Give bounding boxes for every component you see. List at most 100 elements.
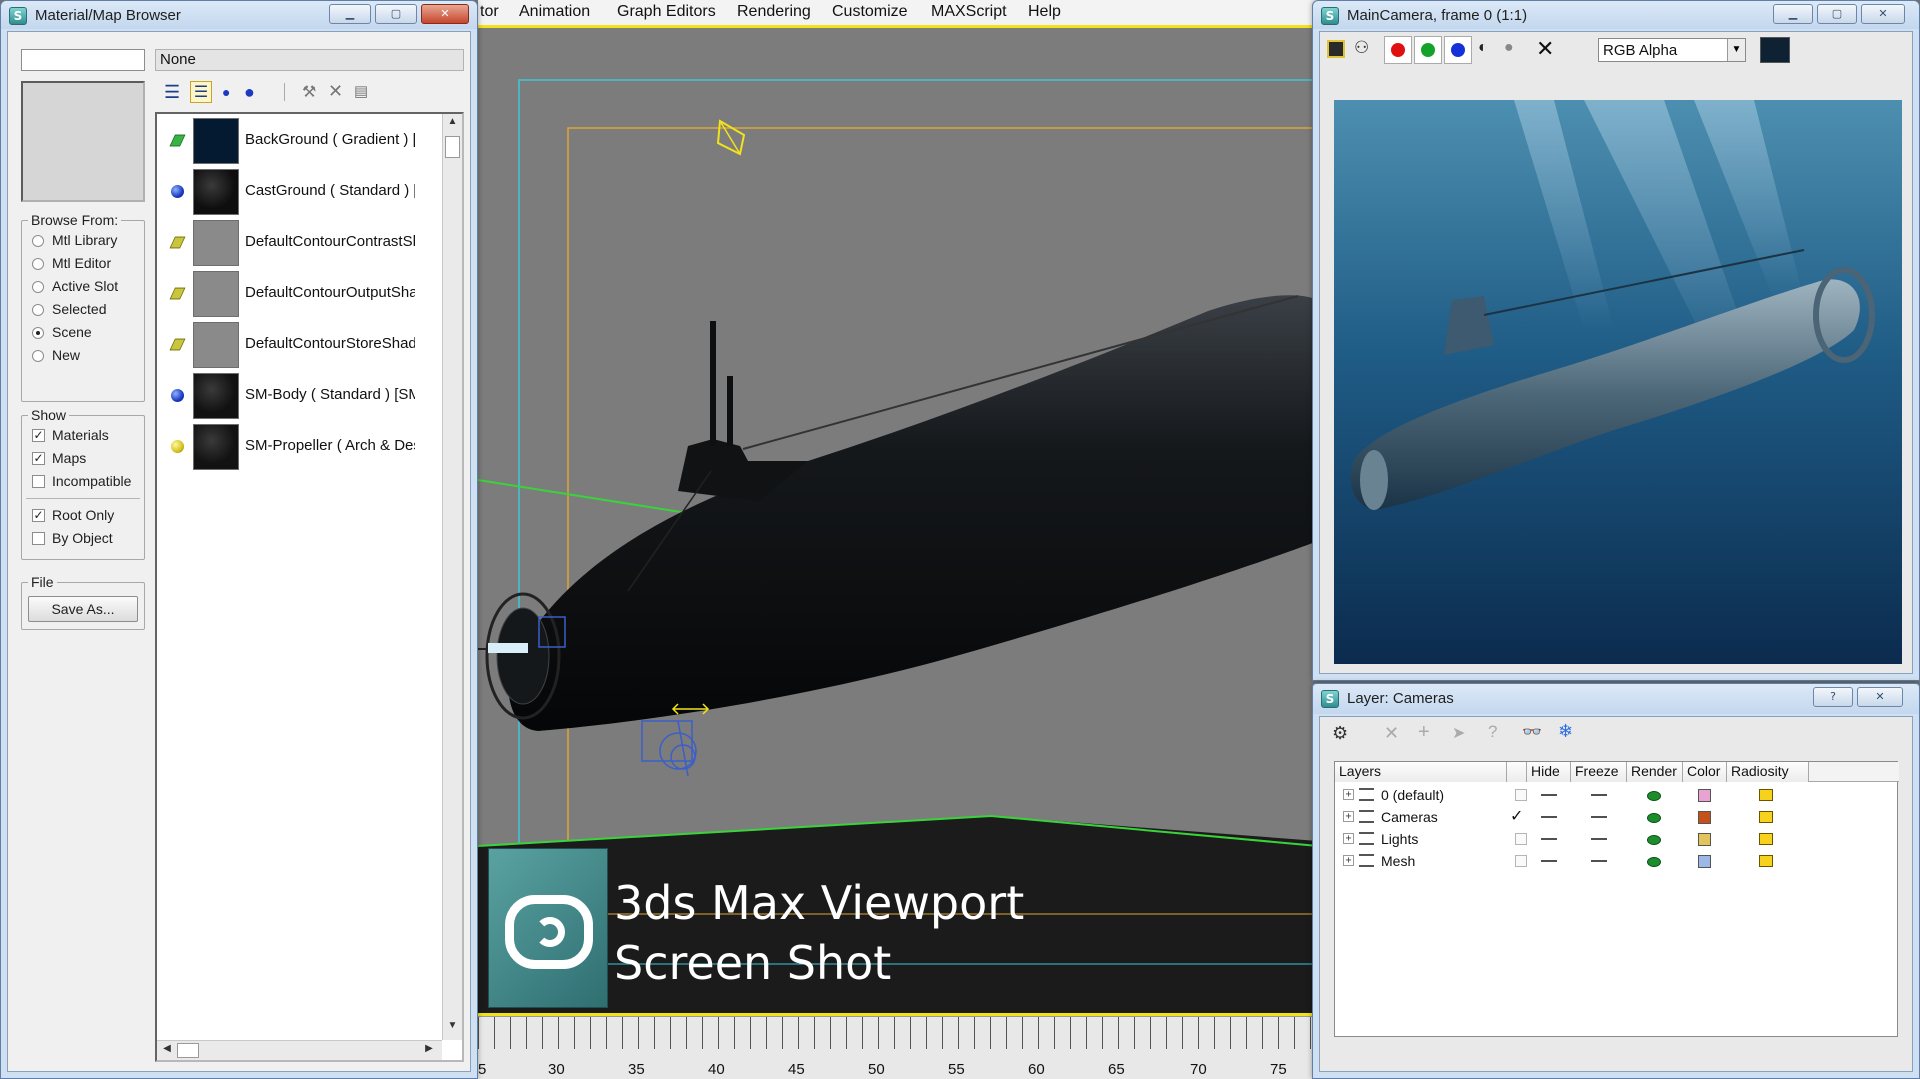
column-current[interactable] [1507, 762, 1527, 782]
minimize-button[interactable]: ▁ [329, 4, 371, 24]
expand-icon[interactable]: + [1343, 789, 1354, 800]
clone-window-icon[interactable]: ⚇ [1354, 38, 1369, 58]
material-list-item[interactable]: DefaultContourOutputShader [157, 269, 427, 320]
material-list-item[interactable]: BackGround ( Gradient ) [Environment] [157, 116, 427, 167]
maximize-button[interactable]: ▢ [375, 4, 417, 24]
create-layer-icon[interactable]: ⚙ [1332, 723, 1348, 744]
menu-maxscript[interactable]: MAXScript [931, 3, 1007, 21]
material-list-item[interactable]: CastGround ( Standard ) [CastGround] [157, 167, 427, 218]
column-radiosity[interactable]: Radiosity [1727, 762, 1809, 782]
current-layer-check-icon[interactable]: ✓ [1510, 806, 1523, 826]
delete-icon[interactable]: ✕ [328, 81, 343, 102]
current-layer-box[interactable] [1515, 833, 1527, 845]
menu-help[interactable]: Help [1028, 3, 1061, 21]
minimize-button[interactable]: ▁ [1773, 4, 1813, 24]
delete-layer-icon[interactable]: ✕ [1384, 723, 1399, 744]
material-list[interactable]: BackGround ( Gradient ) [Environment] Cas… [155, 112, 464, 1062]
render-teapot-icon[interactable] [1643, 789, 1665, 803]
layer-name[interactable]: Lights [1381, 831, 1418, 847]
close-button[interactable]: ✕ [1861, 4, 1905, 24]
add-to-layer-icon[interactable]: + [1418, 721, 1430, 744]
close-button[interactable]: ✕ [1857, 687, 1903, 707]
freeze-toggle[interactable] [1591, 860, 1607, 862]
layer-name[interactable]: Cameras [1381, 809, 1438, 825]
column-hide[interactable]: Hide [1527, 762, 1571, 782]
menu-customize[interactable]: Customize [832, 3, 908, 21]
render-teapot-icon[interactable] [1643, 811, 1665, 825]
scroll-thumb-h[interactable] [177, 1043, 199, 1058]
scroll-thumb[interactable] [445, 136, 460, 158]
layer-manager-titlebar[interactable]: S Layer: Cameras ? ✕ [1313, 684, 1919, 714]
column-render[interactable]: Render [1627, 762, 1683, 782]
expand-icon[interactable]: + [1343, 811, 1354, 822]
material-browser-titlebar[interactable]: S Material/Map Browser ▁ ▢ ✕ [1, 1, 477, 29]
layer-color-swatch[interactable] [1698, 789, 1711, 802]
radiosity-icon[interactable] [1756, 852, 1776, 870]
view-large-icons-icon[interactable]: ● [244, 82, 255, 103]
close-button[interactable]: ✕ [421, 4, 469, 24]
column-layers[interactable]: Layers [1335, 762, 1507, 782]
search-input[interactable] [21, 49, 145, 71]
clear-icon[interactable]: ▤ [354, 82, 368, 100]
material-list-item[interactable]: DefaultContourContrastShader [157, 218, 427, 269]
render-teapot-icon[interactable] [1643, 855, 1665, 869]
layer-row[interactable]: +0 (default) [1335, 784, 1835, 806]
help-button[interactable]: ? [1813, 687, 1853, 707]
freeze-all-icon[interactable]: ❄ [1558, 721, 1573, 742]
name-field[interactable]: None [155, 49, 464, 71]
select-objects-icon[interactable]: ➤ [1452, 723, 1465, 743]
layer-color-swatch[interactable] [1698, 811, 1711, 824]
layer-name[interactable]: Mesh [1381, 853, 1415, 869]
freeze-toggle[interactable] [1591, 794, 1607, 796]
hide-toggle[interactable] [1541, 794, 1557, 796]
layer-row[interactable]: + Lights [1335, 828, 1835, 850]
scroll-down-arrow-icon[interactable]: ▼ [445, 1020, 460, 1038]
column-color[interactable]: Color [1683, 762, 1727, 782]
render-frame-titlebar[interactable]: S MainCamera, frame 0 (1:1) ▁ ▢ ✕ [1313, 1, 1919, 29]
current-layer-box[interactable] [1515, 789, 1527, 801]
save-image-icon[interactable] [1327, 40, 1345, 58]
hide-toggle[interactable] [1541, 860, 1557, 862]
menu-animation[interactable]: Animation [519, 3, 590, 21]
color-swatch[interactable] [1760, 37, 1790, 63]
scroll-right-arrow-icon[interactable]: ▶ [421, 1043, 437, 1058]
mono-icon[interactable]: ● [1504, 39, 1514, 57]
highlight-layer-icon[interactable]: ? [1488, 722, 1497, 742]
view-list-icon[interactable]: ☰ [164, 82, 180, 103]
alpha-channel-icon[interactable]: ◐ [1478, 39, 1488, 57]
radiosity-icon[interactable] [1756, 808, 1776, 826]
expand-icon[interactable]: + [1343, 833, 1354, 844]
render-teapot-icon[interactable] [1643, 833, 1665, 847]
scroll-up-arrow-icon[interactable]: ▲ [445, 116, 460, 134]
clear-image-icon[interactable]: ✕ [1536, 36, 1554, 62]
material-list-item[interactable]: DefaultContourStoreShader [157, 320, 427, 371]
maximize-button[interactable]: ▢ [1817, 4, 1857, 24]
time-ruler[interactable]: 5 30 35 40 45 50 55 60 65 70 75 [478, 1016, 1318, 1079]
current-layer-box[interactable] [1515, 855, 1527, 867]
hide-all-icon[interactable]: 👓 [1522, 722, 1542, 742]
green-channel-button[interactable] [1414, 36, 1442, 64]
material-list-item[interactable]: SM-Body ( Standard ) [SM-Body] [157, 371, 427, 422]
radiosity-icon[interactable] [1756, 830, 1776, 848]
layer-color-swatch[interactable] [1698, 855, 1711, 868]
layer-row[interactable]: + Mesh [1335, 850, 1835, 872]
layer-color-swatch[interactable] [1698, 833, 1711, 846]
radiosity-icon[interactable] [1756, 786, 1776, 804]
menu-rendering[interactable]: Rendering [737, 3, 811, 21]
freeze-toggle[interactable] [1591, 838, 1607, 840]
expand-icon[interactable]: + [1343, 855, 1354, 866]
scroll-left-arrow-icon[interactable]: ◀ [159, 1043, 175, 1058]
hide-toggle[interactable] [1541, 816, 1557, 818]
viewport[interactable]: tor Animation Graph Editors Rendering Cu… [478, 0, 1318, 1079]
view-small-icons-icon[interactable]: ● [222, 84, 230, 100]
freeze-toggle[interactable] [1591, 816, 1607, 818]
red-channel-button[interactable] [1384, 36, 1412, 64]
view-list-icons-icon[interactable]: ☰ [190, 81, 212, 103]
material-list-item[interactable]: SM-Propeller ( Arch & Design ) [157, 422, 427, 473]
vertical-scrollbar[interactable]: ▲ ▼ [442, 114, 462, 1040]
save-as-button[interactable]: Save As... [28, 596, 138, 622]
menu-graph-editors[interactable]: Graph Editors [617, 3, 716, 21]
layer-name[interactable]: 0 (default) [1381, 787, 1444, 803]
layer-row[interactable]: + Cameras ✓ [1335, 806, 1835, 828]
horizontal-scrollbar[interactable]: ◀ ▶ [157, 1040, 442, 1060]
